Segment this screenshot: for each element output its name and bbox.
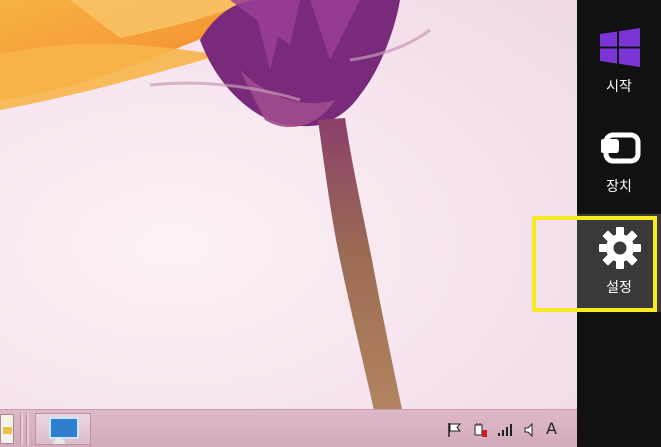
taskbar-separator: [20, 413, 23, 445]
charm-label-settings: 설정: [606, 280, 632, 296]
windows-start-icon: [600, 28, 640, 67]
devices-icon: [601, 132, 641, 164]
taskbar-separator: [26, 413, 29, 445]
flower-wallpaper-image: [0, 0, 431, 447]
action-center-flag-icon[interactable]: [447, 422, 463, 438]
server-manager-taskbar-button[interactable]: [35, 413, 91, 445]
charm-label-devices: 장치: [606, 179, 632, 195]
signal-icon[interactable]: [497, 422, 513, 438]
desktop-screen: A 시작 장치 설정: [0, 0, 661, 447]
ime-indicator[interactable]: A: [546, 419, 557, 438]
volume-icon[interactable]: [522, 422, 538, 438]
charms-bar: 시작 장치 설정: [577, 0, 661, 447]
charm-start[interactable]: 시작: [577, 18, 661, 106]
taskbar: A: [0, 409, 577, 447]
desktop-wallpaper: [0, 0, 577, 447]
network-cable-icon[interactable]: [472, 422, 488, 438]
charm-devices[interactable]: 장치: [577, 118, 661, 206]
charm-settings[interactable]: 설정: [577, 214, 661, 312]
charm-label-start: 시작: [606, 79, 632, 95]
server-manager-icon: [49, 417, 79, 444]
gear-icon: [599, 227, 641, 269]
file-explorer-icon[interactable]: [0, 414, 14, 444]
